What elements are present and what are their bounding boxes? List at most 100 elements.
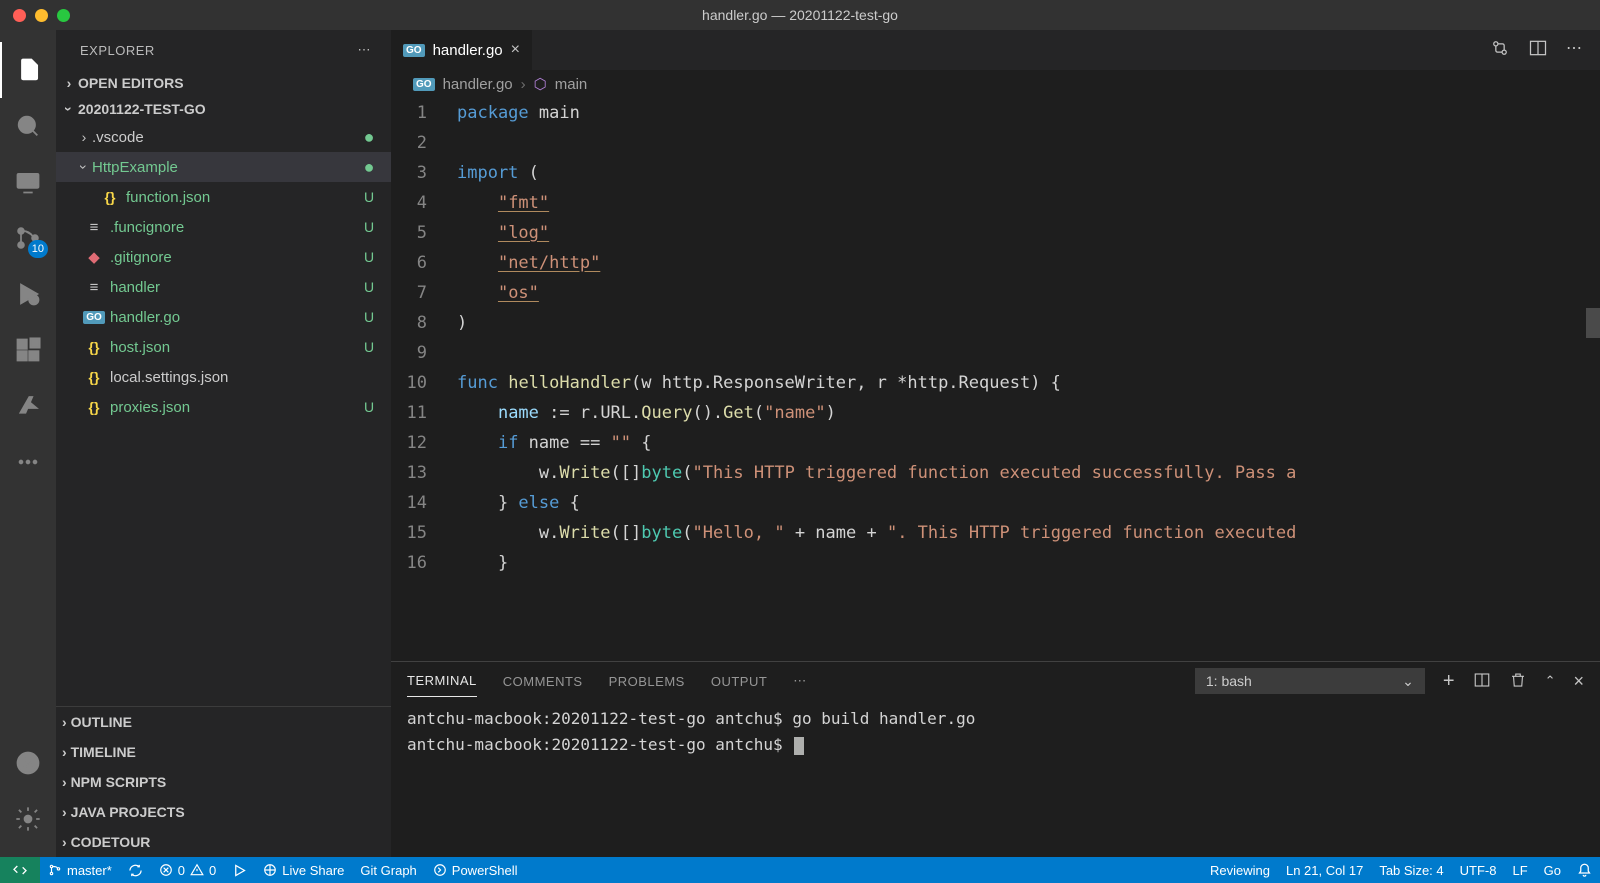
code-editor[interactable]: 1package main23import (4 "fmt"5 "log"6 "…	[391, 98, 1600, 661]
terminal-selector[interactable]: 1: bash ⌄	[1195, 668, 1425, 694]
code-content[interactable]: w.Write([]byte("This HTTP triggered func…	[457, 458, 1600, 488]
activity-search[interactable]	[0, 98, 56, 154]
tree-label: proxies.json	[110, 399, 361, 416]
code-content[interactable]: "fmt"	[457, 188, 1600, 218]
chevron-down-icon: ›	[61, 100, 77, 118]
terminal-content[interactable]: antchu-macbook:20201122-test-go antchu$ …	[391, 700, 1600, 857]
close-icon[interactable]: ×	[511, 41, 520, 59]
tree-label: HttpExample	[92, 159, 361, 176]
git-status-u: U	[361, 219, 377, 235]
explorer-more-icon[interactable]: ⋯	[358, 42, 372, 58]
activity-source-control[interactable]: 10	[0, 210, 56, 266]
status-sync[interactable]	[120, 857, 151, 883]
tab-terminal[interactable]: TERMINAL	[407, 673, 477, 697]
titlebar: handler.go — 20201122-test-go	[0, 0, 1600, 30]
code-content[interactable]: }	[457, 548, 1600, 578]
tab-more[interactable]: ⋯	[793, 673, 807, 689]
activity-settings[interactable]	[0, 791, 56, 847]
code-content[interactable]: package main	[457, 98, 1600, 128]
line-number: 8	[391, 308, 457, 338]
java-projects-section[interactable]: › JAVA PROJECTS	[56, 797, 391, 827]
activity-explorer[interactable]	[0, 42, 56, 98]
npm-scripts-section[interactable]: › NPM SCRIPTS	[56, 767, 391, 797]
chevron-right-icon: ›	[60, 75, 78, 91]
open-editors-section[interactable]: › OPEN EDITORS	[56, 70, 391, 96]
split-terminal-icon[interactable]	[1473, 671, 1491, 692]
status-powershell[interactable]: PowerShell	[425, 857, 526, 883]
tree-folder-vscode[interactable]: › .vscode ●	[56, 122, 391, 152]
code-content[interactable]	[457, 338, 1600, 368]
git-status-u: U	[361, 279, 377, 295]
code-content[interactable]: name := r.URL.Query().Get("name")	[457, 398, 1600, 428]
tree-file-handler[interactable]: ≡ handler U	[56, 272, 391, 302]
code-content[interactable]: "os"	[457, 278, 1600, 308]
tab-problems[interactable]: PROBLEMS	[609, 674, 685, 689]
kill-terminal-icon[interactable]	[1509, 671, 1527, 692]
code-content[interactable]: "net/http"	[457, 248, 1600, 278]
minimap-viewport[interactable]	[1586, 308, 1600, 338]
activity-azure[interactable]	[0, 378, 56, 434]
code-content[interactable]: )	[457, 308, 1600, 338]
line-number: 1	[391, 98, 457, 128]
status-branch[interactable]: master*	[40, 857, 120, 883]
status-lang[interactable]: Go	[1536, 863, 1569, 878]
tree-file-local-settings-json[interactable]: {} local.settings.json	[56, 362, 391, 392]
status-tabsize[interactable]: Tab Size: 4	[1371, 863, 1451, 878]
project-section[interactable]: › 20201122-TEST-GO	[56, 96, 391, 122]
status-problems[interactable]: 0 0	[151, 857, 224, 883]
json-icon: {}	[84, 369, 104, 385]
tree-file-proxies-json[interactable]: {} proxies.json U	[56, 392, 391, 422]
tree-file-handler-go[interactable]: GO handler.go U	[56, 302, 391, 332]
activity-more[interactable]	[0, 434, 56, 490]
status-reviewing[interactable]: Reviewing	[1202, 863, 1278, 878]
code-content[interactable]: import (	[457, 158, 1600, 188]
code-line: 7 "os"	[391, 278, 1600, 308]
tree-file-funcignore[interactable]: ≡ .funcignore U	[56, 212, 391, 242]
tree-file-gitignore[interactable]: ◆ .gitignore U	[56, 242, 391, 272]
activity-run-debug[interactable]	[0, 266, 56, 322]
code-content[interactable]: "log"	[457, 218, 1600, 248]
maximize-panel-icon[interactable]: ⌃	[1545, 673, 1556, 689]
outline-section[interactable]: › OUTLINE	[56, 707, 391, 737]
code-line: 14 } else {	[391, 488, 1600, 518]
code-content[interactable]: w.Write([]byte("Hello, " + name + ". Thi…	[457, 518, 1600, 548]
code-content[interactable]: } else {	[457, 488, 1600, 518]
split-editor-icon[interactable]	[1528, 38, 1548, 63]
window-minimize-button[interactable]	[35, 9, 48, 22]
status-gitgraph[interactable]: Git Graph	[352, 857, 424, 883]
tree-label: function.json	[126, 189, 361, 206]
tree-file-function-json[interactable]: {} function.json U	[56, 182, 391, 212]
code-line: 16 }	[391, 548, 1600, 578]
activity-accounts[interactable]	[0, 735, 56, 791]
status-debug-icon[interactable]	[224, 857, 255, 883]
activity-remote-explorer[interactable]	[0, 154, 56, 210]
close-panel-icon[interactable]: ×	[1573, 671, 1584, 692]
breadcrumb[interactable]: GO handler.go › ⬡ main	[391, 70, 1600, 98]
tree-file-host-json[interactable]: {} host.json U	[56, 332, 391, 362]
tab-handler-go[interactable]: GO handler.go ×	[391, 30, 532, 70]
window-zoom-button[interactable]	[57, 9, 70, 22]
more-icon[interactable]: ⋯	[1566, 38, 1582, 63]
status-encoding[interactable]: UTF-8	[1452, 863, 1505, 878]
tree-folder-httpexample[interactable]: › HttpExample ●	[56, 152, 391, 182]
codetour-section[interactable]: › CODETOUR	[56, 827, 391, 857]
code-content[interactable]: func helloHandler(w http.ResponseWriter,…	[457, 368, 1600, 398]
code-line: 9	[391, 338, 1600, 368]
line-number: 16	[391, 548, 457, 578]
status-notifications[interactable]	[1569, 863, 1600, 878]
code-content[interactable]: if name == "" {	[457, 428, 1600, 458]
window-close-button[interactable]	[13, 9, 26, 22]
compare-icon[interactable]	[1490, 38, 1510, 63]
line-number: 9	[391, 338, 457, 368]
status-eol[interactable]: LF	[1504, 863, 1535, 878]
tab-comments[interactable]: COMMENTS	[503, 674, 583, 689]
status-liveshare[interactable]: Live Share	[255, 857, 352, 883]
chevron-down-icon: ›	[76, 159, 92, 175]
new-terminal-icon[interactable]: +	[1443, 670, 1455, 693]
remote-indicator[interactable]	[0, 857, 40, 883]
code-content[interactable]	[457, 128, 1600, 158]
activity-extensions[interactable]	[0, 322, 56, 378]
status-lncol[interactable]: Ln 21, Col 17	[1278, 863, 1371, 878]
timeline-section[interactable]: › TIMELINE	[56, 737, 391, 767]
tab-output[interactable]: OUTPUT	[711, 674, 767, 689]
